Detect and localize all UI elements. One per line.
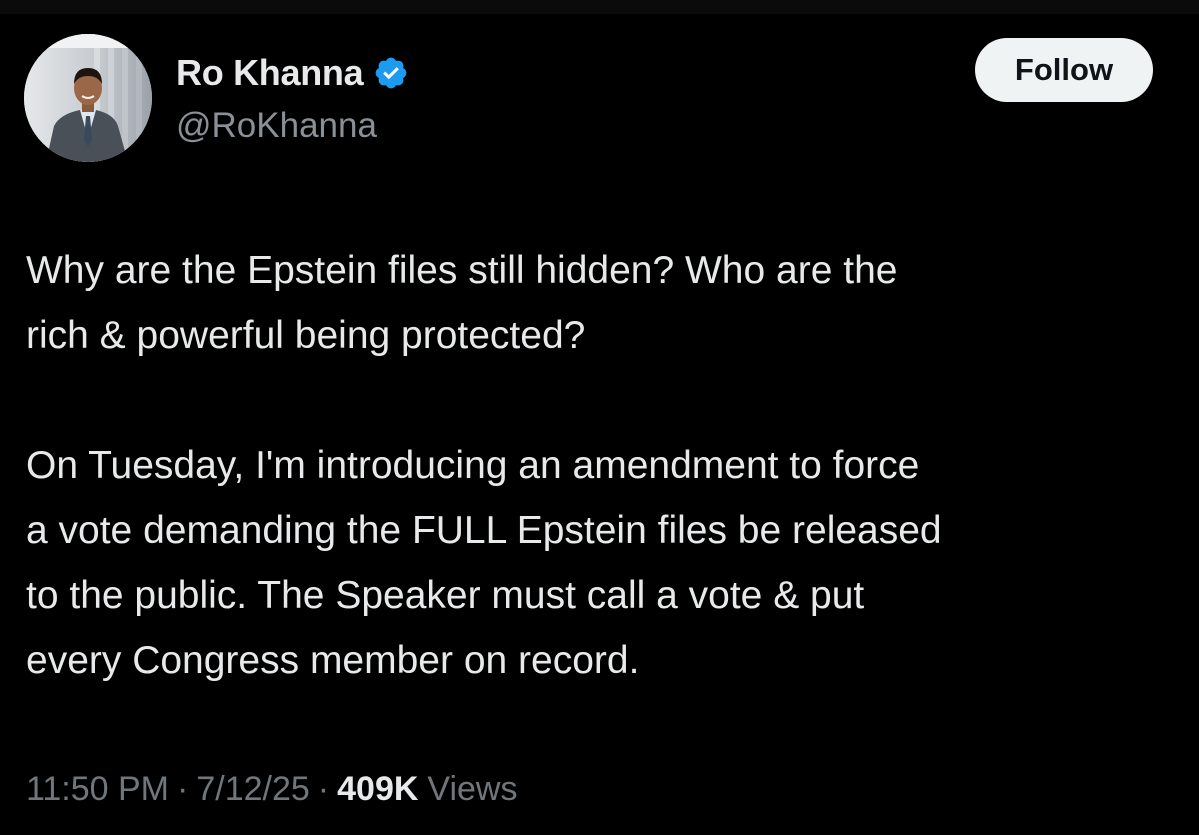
tweet-time[interactable]: 11:50 PM: [26, 770, 169, 809]
tweet-line: every Congress member on record.: [26, 639, 640, 682]
profile-photo-icon: [24, 34, 152, 162]
tweet-line: a vote demanding the FULL Epstein files …: [26, 509, 942, 552]
avatar[interactable]: [24, 34, 152, 162]
meta-separator: ·: [177, 770, 189, 808]
author-name-row: Ro Khanna: [176, 50, 409, 96]
tweet-date[interactable]: 7/12/25: [196, 770, 309, 809]
tweet-card: Ro Khanna @RoKhanna Follow Why are the E…: [0, 0, 1199, 835]
meta-separator: ·: [317, 770, 330, 808]
tweet-line: Why are the Epstein files still hidden? …: [26, 249, 898, 292]
views-label[interactable]: Views: [427, 770, 517, 809]
tweet-text: Why are the Epstein files still hidden? …: [26, 238, 1186, 693]
views-count[interactable]: 409K: [337, 770, 418, 809]
tweet-line: to the public. The Speaker must call a v…: [26, 574, 865, 617]
author-handle[interactable]: @RoKhanna: [176, 106, 377, 146]
verified-badge-icon[interactable]: [373, 55, 409, 91]
author-display-name[interactable]: Ro Khanna: [176, 52, 364, 94]
follow-button[interactable]: Follow: [975, 38, 1153, 102]
tweet-line: rich & powerful being protected?: [26, 314, 586, 357]
tweet-line: On Tuesday, I'm introducing an amendment…: [26, 444, 920, 487]
tweet-meta-row: 11:50 PM · 7/12/25 · 409K Views: [26, 770, 518, 809]
